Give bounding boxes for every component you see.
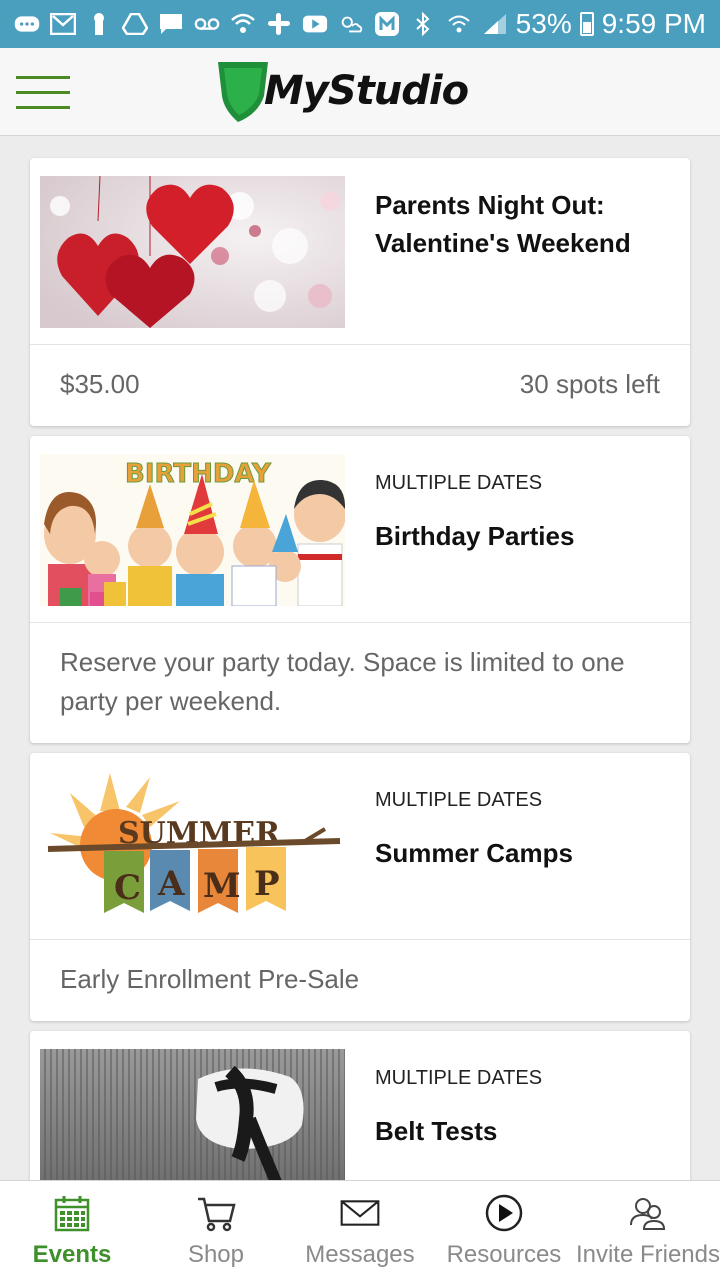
logo-text: MyStudio <box>264 68 469 114</box>
play-circle-icon <box>485 1194 523 1232</box>
camp-letter-p: P <box>254 864 280 904</box>
event-dates: MULTIPLE DATES <box>375 789 543 811</box>
battery-percent: 53% <box>515 8 572 39</box>
status-bar: 53% 9:59 PM <box>0 0 720 48</box>
camp-letter-m: M <box>203 866 241 906</box>
app-header: MyStudio <box>0 48 720 136</box>
event-card[interactable]: BIRTHDAY MULTIPLE DATES Birthday Parties… <box>30 436 690 743</box>
event-title[interactable]: Belt Tests <box>375 1112 680 1150</box>
event-image-summer-camp: SUMMER C A M P <box>40 771 345 923</box>
nav-resources[interactable]: Resources <box>432 1181 576 1280</box>
camp-letter-a: A <box>157 864 185 904</box>
nav-invite-friends[interactable]: Invite Friends <box>576 1181 720 1280</box>
battery-icon <box>579 12 594 36</box>
chat-bubble-icon <box>14 11 40 37</box>
nav-label: Shop <box>187 1241 244 1268</box>
envelope-icon <box>340 1200 380 1226</box>
keyhole-icon <box>86 11 112 37</box>
event-card[interactable]: SUMMER C A M P MULTIPLE DATES Summer Cam… <box>30 753 690 1021</box>
event-title[interactable]: Summer Camps <box>375 834 680 872</box>
nav-label: Invite Friends <box>575 1241 720 1268</box>
event-image-valentine <box>40 176 345 328</box>
message-icon <box>158 11 184 37</box>
event-image-belt-test <box>40 1049 345 1201</box>
nav-label: Messages <box>305 1241 415 1268</box>
gmail-icon <box>50 11 76 37</box>
weather-icon <box>338 11 364 37</box>
nav-messages[interactable]: Messages <box>288 1181 432 1280</box>
event-dates: MULTIPLE DATES <box>375 472 543 494</box>
app-logo: MyStudio <box>214 58 469 124</box>
nav-events[interactable]: Events <box>0 1181 144 1280</box>
event-dates: MULTIPLE DATES <box>375 1067 543 1089</box>
event-image-birthday: BIRTHDAY <box>40 454 345 606</box>
bluetooth-icon <box>410 11 436 37</box>
event-card[interactable]: Parents Night Out: Valentine's Weekend $… <box>30 158 690 426</box>
wifi-icon <box>446 11 472 37</box>
event-description: Early Enrollment Pre-Sale <box>60 964 360 994</box>
signal-icon <box>482 11 508 37</box>
youtube-icon <box>302 11 328 37</box>
event-description: Reserve your party today. Space is limit… <box>60 647 625 716</box>
nav-label: Events <box>32 1241 112 1268</box>
calendar-icon <box>54 1196 90 1232</box>
cart-icon <box>197 1197 236 1232</box>
nav-label: Resources <box>446 1241 562 1268</box>
nav-shop[interactable]: Shop <box>144 1181 288 1280</box>
status-right: 53% 9:59 PM <box>516 8 706 40</box>
wifi-call-icon <box>230 11 256 37</box>
m-app-icon <box>374 11 400 37</box>
bottom-nav: Events Shop Messages Resources Invite Fr… <box>0 1180 720 1280</box>
camp-letter-c: C <box>114 868 141 908</box>
event-title[interactable]: Parents Night Out: Valentine's Weekend <box>375 186 680 262</box>
event-price: $35.00 <box>60 369 140 399</box>
clock: 9:59 PM <box>601 8 706 39</box>
slack-icon <box>266 11 292 37</box>
people-icon <box>629 1198 665 1230</box>
events-feed[interactable]: Parents Night Out: Valentine's Weekend $… <box>30 158 690 1228</box>
menu-icon[interactable] <box>16 76 70 109</box>
event-title[interactable]: Birthday Parties <box>375 517 680 555</box>
drive-icon <box>122 11 148 37</box>
event-spots-left: 30 spots left <box>519 369 660 399</box>
birthday-image-text: BIRTHDAY <box>125 459 272 489</box>
voicemail-icon <box>194 11 220 37</box>
notification-icons <box>14 11 516 37</box>
